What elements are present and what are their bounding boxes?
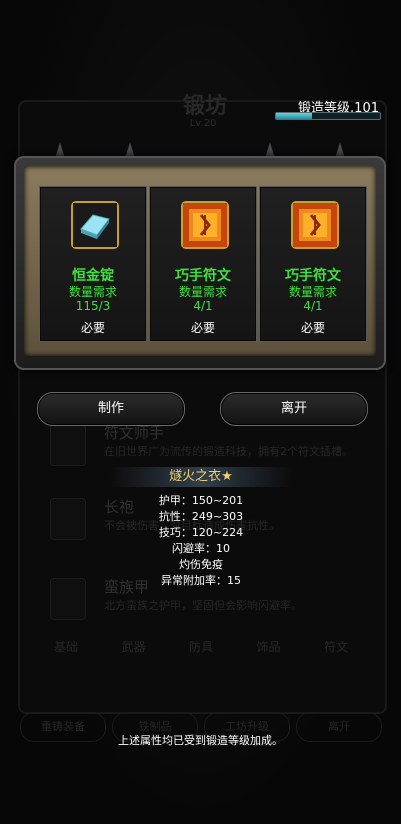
item-stat: 闪避率：10	[172, 542, 230, 555]
item-stat: 护甲：150~201	[158, 494, 244, 507]
material-count: 4/1	[303, 299, 323, 313]
orange-rune-icon	[291, 201, 339, 249]
leave-button[interactable]: 离开	[220, 392, 368, 426]
material-status: 必要	[300, 321, 325, 335]
material-card[interactable]: 巧手符文 数量需求 4/1 必要	[259, 186, 367, 342]
material-count: 4/1	[193, 299, 213, 313]
item-stat: 灼伤免疫	[179, 558, 223, 571]
forge-level-progress-fill	[276, 113, 313, 119]
craft-button[interactable]: 制作	[37, 392, 185, 426]
orange-rune-icon	[181, 201, 229, 249]
material-req-label: 数量需求	[68, 285, 117, 299]
material-status: 必要	[80, 321, 105, 335]
material-card[interactable]: 巧手符文 数量需求 4/1 必要	[149, 186, 257, 342]
material-status: 必要	[190, 321, 215, 335]
material-name: 恒金锭	[72, 268, 114, 284]
material-card[interactable]: 恒金锭 数量需求 115/3 必要	[39, 186, 147, 342]
item-stat: 抗性：249~303	[158, 510, 244, 523]
item-title: 燧火之衣★	[110, 467, 292, 487]
item-stat: 技巧：120~224	[158, 526, 244, 539]
material-name: 巧手符文	[175, 268, 231, 284]
silver-ingot-icon	[71, 201, 119, 249]
forge-level-progress-bar	[275, 112, 381, 120]
material-count: 115/3	[75, 299, 111, 313]
material-req-label: 数量需求	[288, 285, 337, 299]
material-name: 巧手符文	[285, 268, 341, 284]
material-req-label: 数量需求	[178, 285, 227, 299]
bonus-note: 上述属性均已受到锻造等级加成。	[118, 734, 283, 747]
item-stat: 异常附加率：15	[161, 574, 241, 587]
